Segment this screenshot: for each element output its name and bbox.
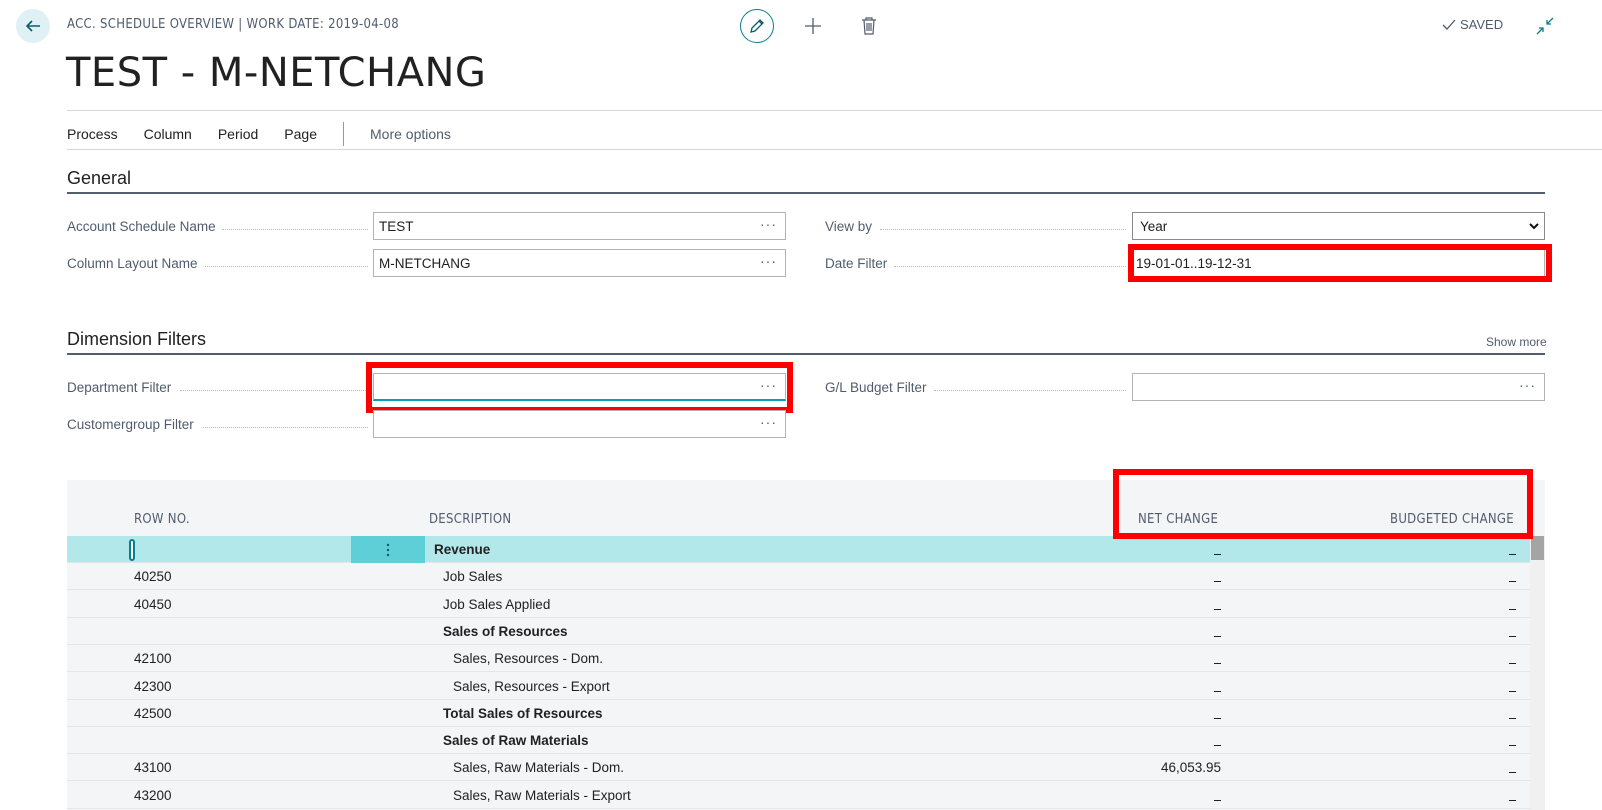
trash-icon	[862, 17, 876, 35]
table-row[interactable]: 40250 Job Sales	[67, 563, 1530, 591]
department-filter-label: Department Filter	[67, 380, 172, 395]
empty-value-dash	[1509, 581, 1516, 583]
lookup-ellipsis-icon[interactable]: ···	[760, 414, 777, 430]
table-row[interactable]: Sales of Raw Materials	[67, 727, 1530, 755]
highlight-date-filter	[1128, 244, 1552, 282]
title-divider	[67, 110, 1602, 111]
empty-value-dash	[1509, 690, 1516, 692]
table-row[interactable]: Revenue	[67, 536, 1530, 563]
section-dimension-filters-title[interactable]: Dimension Filters	[67, 329, 206, 350]
page-title: TEST - M-NETCHANG	[66, 50, 487, 96]
action-period[interactable]: Period	[218, 126, 258, 142]
action-process[interactable]: Process	[67, 126, 118, 142]
empty-value-dash	[1509, 772, 1516, 774]
back-button[interactable]	[16, 9, 50, 43]
field-leader	[203, 427, 368, 428]
plus-icon	[805, 18, 821, 34]
empty-value-dash	[1509, 663, 1516, 665]
edit-button[interactable]	[740, 9, 774, 43]
gl-budget-filter-field[interactable]: ···	[1132, 373, 1545, 401]
lookup-ellipsis-icon[interactable]: ···	[1519, 377, 1536, 393]
scrollbar-thumb[interactable]	[1531, 536, 1544, 560]
empty-value-dash	[1509, 799, 1516, 801]
field-leader	[894, 266, 1126, 267]
table-row[interactable]: 40450 Job Sales Applied	[67, 591, 1530, 618]
field-leader	[934, 390, 1126, 391]
account-schedule-name-value: TEST	[379, 218, 414, 234]
section-general-title[interactable]: General	[67, 168, 131, 189]
column-layout-name-field[interactable]: M-NETCHANG ···	[373, 249, 786, 277]
highlight-value-columns	[1113, 469, 1533, 539]
table-row[interactable]: 43100 Sales, Raw Materials - Dom. 46,053.9…	[67, 754, 1530, 782]
collapse-icon[interactable]	[1536, 17, 1554, 35]
empty-value-dash	[1509, 554, 1516, 555]
budgeted-change-cell	[67, 651, 1516, 666]
budgeted-change-cell	[67, 788, 1516, 803]
saved-label: SAVED	[1460, 17, 1504, 32]
column-header-description[interactable]: DESCRIPTION	[429, 512, 511, 527]
customergroup-filter-label: Customergroup Filter	[67, 417, 194, 432]
empty-value-dash	[1509, 717, 1516, 719]
field-leader	[222, 229, 368, 230]
empty-value-dash	[1509, 635, 1516, 637]
empty-value-dash	[1509, 745, 1516, 747]
grid-scrollbar[interactable]	[1530, 536, 1545, 810]
field-leader	[880, 229, 1126, 230]
section-general-line	[67, 192, 1545, 194]
table-row[interactable]: 42500 Total Sales of Resources	[67, 700, 1530, 727]
account-schedule-name-field[interactable]: TEST ···	[373, 212, 786, 240]
section-dimension-line	[67, 353, 1545, 355]
field-leader	[180, 390, 368, 391]
action-column[interactable]: Column	[144, 126, 192, 142]
lookup-ellipsis-icon[interactable]: ···	[760, 253, 777, 269]
page-caption: ACC. SCHEDULE OVERVIEW | WORK DATE: 2019…	[67, 17, 400, 32]
check-icon	[1442, 19, 1456, 30]
budgeted-change-cell	[67, 733, 1516, 748]
column-header-row-no[interactable]: ROW NO.	[134, 512, 190, 527]
budgeted-change-cell	[67, 597, 1516, 612]
action-bar: Process Column Period Page More options	[67, 122, 477, 146]
table-row[interactable]: 42300 Sales, Resources - Export	[67, 673, 1530, 700]
budgeted-change-cell	[67, 706, 1516, 721]
table-row[interactable]: 42100 Sales, Resources - Dom.	[67, 645, 1530, 673]
column-layout-name-label: Column Layout Name	[67, 256, 198, 271]
lookup-ellipsis-icon[interactable]: ···	[760, 216, 777, 232]
more-options[interactable]: More options	[370, 126, 451, 142]
budgeted-change-cell	[67, 760, 1516, 775]
budgeted-change-cell	[67, 679, 1516, 694]
budgeted-change-cell	[67, 542, 1516, 557]
saved-status: SAVED	[1442, 17, 1503, 32]
action-separator	[343, 122, 344, 146]
highlight-department-filter	[366, 362, 793, 413]
empty-value-dash	[1509, 608, 1516, 610]
view-by-label: View by	[825, 219, 873, 234]
show-more-link[interactable]: Show more	[1486, 335, 1547, 349]
budgeted-change-cell	[67, 569, 1516, 584]
gl-budget-filter-label: G/L Budget Filter	[825, 380, 927, 395]
table-row[interactable]: Sales of Resources	[67, 618, 1530, 645]
view-by-value: Year	[1140, 218, 1168, 234]
pencil-icon	[750, 19, 764, 33]
table-row[interactable]: 43200 Sales, Raw Materials - Export	[67, 782, 1530, 809]
arrow-left-icon	[25, 20, 40, 32]
chevron-down-icon	[1529, 223, 1539, 230]
column-layout-name-value: M-NETCHANG	[379, 255, 471, 271]
date-filter-label: Date Filter	[825, 256, 888, 271]
delete-button[interactable]	[852, 9, 886, 43]
action-page[interactable]: Page	[284, 126, 317, 142]
field-leader	[205, 266, 368, 267]
budgeted-change-cell	[67, 624, 1516, 639]
account-schedule-name-label: Account Schedule Name	[67, 219, 216, 234]
customergroup-filter-field[interactable]: ···	[373, 410, 786, 438]
view-by-select[interactable]: Year	[1132, 212, 1545, 240]
new-button[interactable]	[796, 9, 830, 43]
actionbar-divider	[67, 149, 1602, 150]
